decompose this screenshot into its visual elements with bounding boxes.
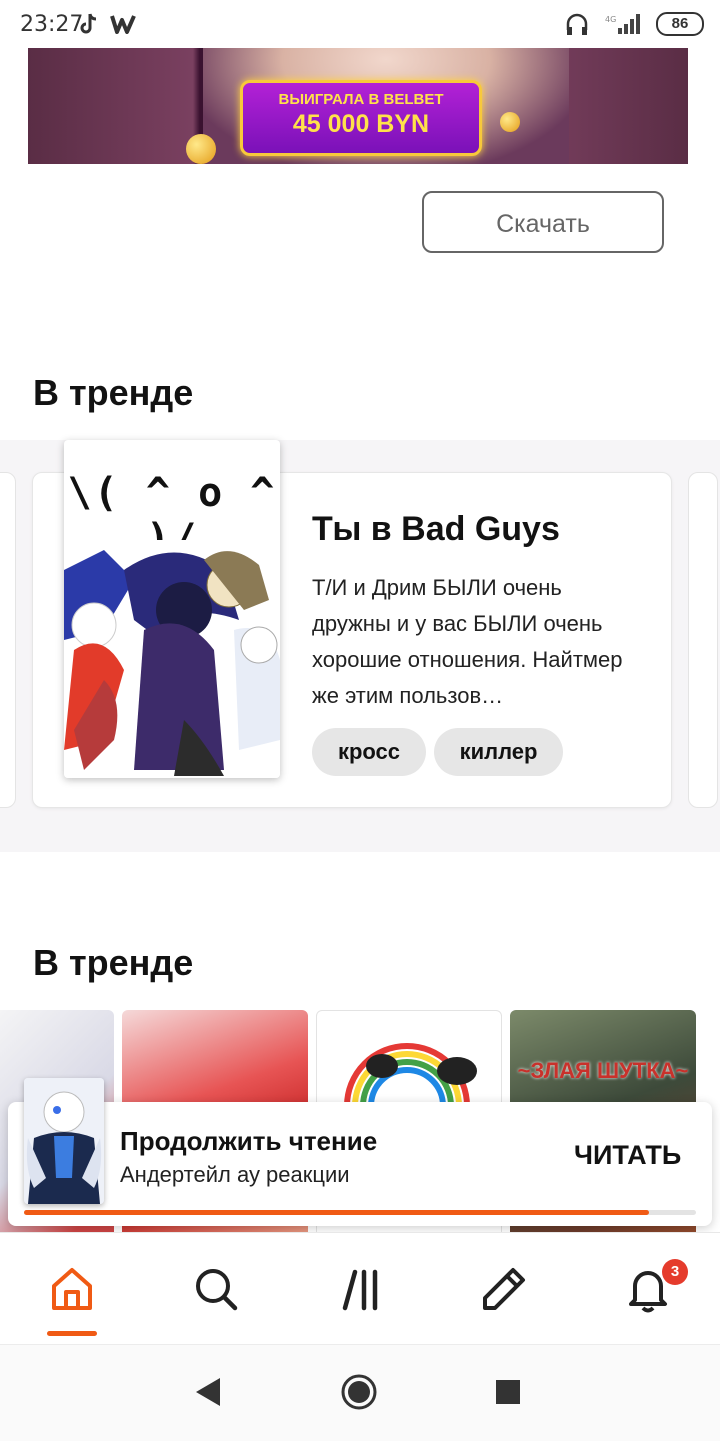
library-icon[interactable] [337,1264,387,1314]
continue-reading-cover[interactable] [24,1078,104,1204]
tiktok-icon [80,13,97,34]
download-button[interactable]: Скачать [422,191,664,253]
tag-chip[interactable]: кросс [312,728,426,776]
battery-indicator: 86 [656,12,704,36]
continue-reading-story: Андертейл ау реакции [120,1162,350,1187]
svg-text:4G: 4G [605,15,616,24]
thumbnail-art [344,1043,477,1107]
write-icon[interactable] [479,1264,529,1314]
story-title[interactable]: Ты в Bad Guys [312,510,560,549]
signal-icon: 4G [605,14,640,34]
active-tab-indicator [47,1331,97,1336]
ad-line-1: ВЫИГРАЛА В BELBET [278,91,444,108]
tag-chip[interactable]: киллер [434,728,563,776]
section-title: В тренде [33,942,194,983]
reading-progress-fill [24,1210,649,1215]
home-circle-icon[interactable] [340,1373,378,1411]
cover-illustration [64,540,280,778]
continue-reading-title: Продолжить чтение [120,1126,378,1156]
section-title: В тренде [33,372,194,413]
search-icon[interactable] [191,1264,241,1314]
status-bar: 23:27 4G 86 [0,0,720,48]
status-time: 23:27 [20,12,84,37]
ad-banner[interactable]: ВЫИГРАЛА В BELBET 45 000 BYN [28,48,688,164]
notification-badge: 3 [662,1259,688,1285]
story-cover[interactable]: \( ^ o ^ )/ [64,440,280,778]
headphones-icon [566,13,588,35]
wattpad-icon [110,15,136,34]
read-button[interactable]: ЧИТАТЬ [574,1140,681,1171]
ad-line-2: 45 000 BYN [292,110,430,138]
home-icon[interactable] [47,1264,97,1314]
back-icon[interactable] [194,1376,222,1408]
recents-icon[interactable] [496,1380,520,1404]
prev-card-edge[interactable] [0,472,16,808]
ad-headline-badge: ВЫИГРАЛА В BELBET 45 000 BYN [240,80,482,156]
coin-graphic [500,112,520,132]
story-description: Т/И и Дрим БЫЛИ очень дружны и у вас БЫЛ… [312,575,623,708]
next-card-edge[interactable] [688,472,718,808]
thumbnail-caption: ~ЗЛАЯ ШУТКА~ [517,1058,689,1083]
reading-progress-bar [24,1210,696,1215]
cover-illustration [24,1078,104,1204]
coin-graphic [186,134,216,164]
